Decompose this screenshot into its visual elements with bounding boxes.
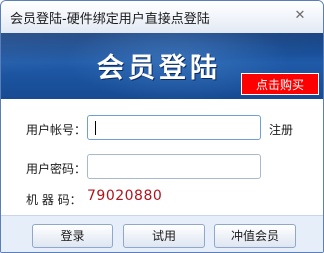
login-button[interactable]: 登录 [32, 224, 113, 248]
account-input[interactable] [88, 116, 260, 139]
close-icon[interactable]: ✕ [291, 8, 309, 24]
window-title: 会员登陆-硬件绑定用户直接点登陆 [10, 12, 210, 27]
login-window: 会员登陆-硬件绑定用户直接点登陆 ✕ 会员登陆 点击购买 用户帐号： 注册 用户… [0, 0, 324, 253]
register-link[interactable]: 注册 [269, 121, 293, 138]
trial-button[interactable]: 试用 [123, 224, 205, 248]
title-bar[interactable]: 会员登陆-硬件绑定用户直接点登陆 ✕ [1, 1, 323, 33]
banner-title: 会员登陆 [97, 53, 221, 84]
text-caret [95, 121, 96, 135]
password-input[interactable] [88, 155, 260, 178]
buy-button[interactable]: 点击购买 [241, 73, 319, 95]
account-label: 用户帐号： [26, 123, 87, 137]
button-bar: 登录 试用 冲值会员 [1, 215, 323, 252]
account-field[interactable] [87, 115, 261, 140]
recharge-member-button[interactable]: 冲值会员 [214, 224, 296, 248]
machine-code-value: 79020880 [87, 188, 163, 204]
machine-code-label: 机 器 码： [26, 193, 82, 207]
password-field[interactable] [87, 154, 261, 179]
password-label: 用户密码： [26, 162, 87, 176]
